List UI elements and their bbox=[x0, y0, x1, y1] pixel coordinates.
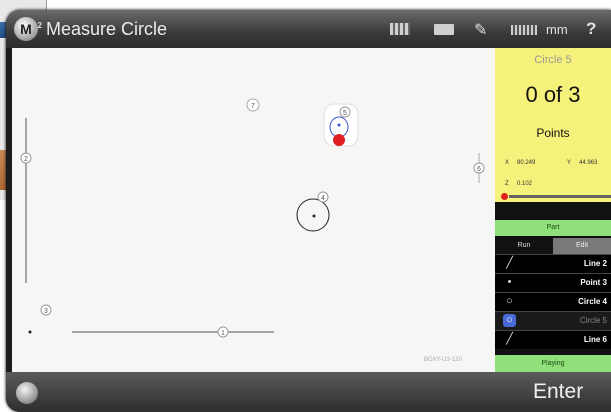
feature-item-line-2[interactable]: ╱ Line 2 bbox=[495, 254, 611, 273]
feature-label: 2 bbox=[24, 156, 28, 163]
z-label: Z bbox=[505, 181, 509, 187]
help-button[interactable]: ? bbox=[586, 19, 596, 39]
page-title: Measure Circle bbox=[46, 19, 168, 39]
circle-icon: ○ bbox=[506, 295, 513, 307]
point-feature bbox=[28, 330, 32, 334]
status-bar: Playing bbox=[495, 355, 611, 372]
feature-item-label: Point 3 bbox=[580, 278, 607, 287]
measurement-canvas[interactable]: 2 7 5 6 4 3 1 BOXY-U3-120 bbox=[12, 48, 495, 372]
feature-item-label: Line 6 bbox=[583, 335, 607, 344]
part-watermark: BOXY-U3-120 bbox=[424, 357, 462, 363]
grid-icon[interactable] bbox=[390, 23, 410, 35]
x-label: X bbox=[505, 160, 510, 166]
feature-item-label: Circle 4 bbox=[578, 297, 607, 306]
part-view: 2 7 5 6 4 3 1 bbox=[20, 98, 485, 338]
app-window: M2 Measure Circle ✎ mm ? 2 7 5 6 4 3 1 B… bbox=[6, 10, 611, 412]
line-icon: ╱ bbox=[506, 257, 513, 269]
probe-icon[interactable]: ✎ bbox=[474, 20, 490, 39]
bottom-bar: Enter bbox=[6, 372, 611, 412]
feature-label: 6 bbox=[477, 166, 481, 173]
feature-label: 3 bbox=[44, 308, 48, 315]
title-bar: M2 Measure Circle ✎ mm ? bbox=[6, 10, 611, 48]
circle-center bbox=[337, 123, 341, 127]
enter-button[interactable]: Enter bbox=[533, 380, 583, 404]
circle-icon: ○ bbox=[503, 314, 516, 327]
logo-superscript: 2 bbox=[37, 21, 42, 30]
feature-label: 1 bbox=[221, 330, 225, 337]
feature-label: 5 bbox=[343, 110, 347, 117]
feature-title: Circle 5 bbox=[534, 54, 572, 66]
point-icon: • bbox=[507, 276, 512, 288]
probe-indicator bbox=[501, 193, 508, 200]
z-value: 0.102 bbox=[517, 181, 533, 187]
line-icon: ╱ bbox=[506, 333, 513, 345]
card-icon[interactable] bbox=[434, 24, 454, 35]
app-logo[interactable]: M2 bbox=[14, 17, 42, 41]
feature-item-circle-5[interactable]: ○ Circle 5 bbox=[495, 311, 611, 330]
x-value: 80.249 bbox=[517, 160, 536, 166]
feature-item-label: Line 2 bbox=[583, 259, 607, 268]
units-button[interactable]: mm bbox=[546, 22, 568, 37]
part-button[interactable]: Part bbox=[495, 220, 611, 236]
y-label: Y bbox=[567, 160, 572, 166]
logo-letter: M bbox=[20, 21, 32, 37]
probe-point bbox=[333, 134, 345, 146]
feature-label: 4 bbox=[321, 195, 325, 202]
feature-item-line-6[interactable]: ╱ Line 6 bbox=[495, 330, 611, 349]
feature-item-point-3[interactable]: • Point 3 bbox=[495, 273, 611, 292]
feature-item-label: Circle 5 bbox=[579, 316, 607, 325]
tab-run[interactable]: Run bbox=[495, 238, 553, 254]
point-count: 0 of 3 bbox=[525, 82, 581, 107]
feature-panel: Circle 5 0 of 3 Points X 80.249 Y 44.963… bbox=[495, 48, 611, 372]
y-value: 44.963 bbox=[579, 160, 598, 166]
points-label: Points bbox=[536, 126, 570, 140]
progress-bar bbox=[509, 195, 611, 198]
circle-center bbox=[312, 214, 316, 218]
run-edit-tabs: Run Edit bbox=[495, 238, 611, 254]
tab-edit[interactable]: Edit bbox=[553, 238, 611, 254]
feature-item-circle-4[interactable]: ○ Circle 4 bbox=[495, 292, 611, 311]
measurement-status-box: Circle 5 0 of 3 Points X 80.249 Y 44.963… bbox=[495, 48, 611, 202]
feature-label: 7 bbox=[251, 103, 255, 110]
ruler-icon[interactable] bbox=[511, 25, 537, 35]
menu-orb-icon[interactable] bbox=[16, 382, 38, 404]
